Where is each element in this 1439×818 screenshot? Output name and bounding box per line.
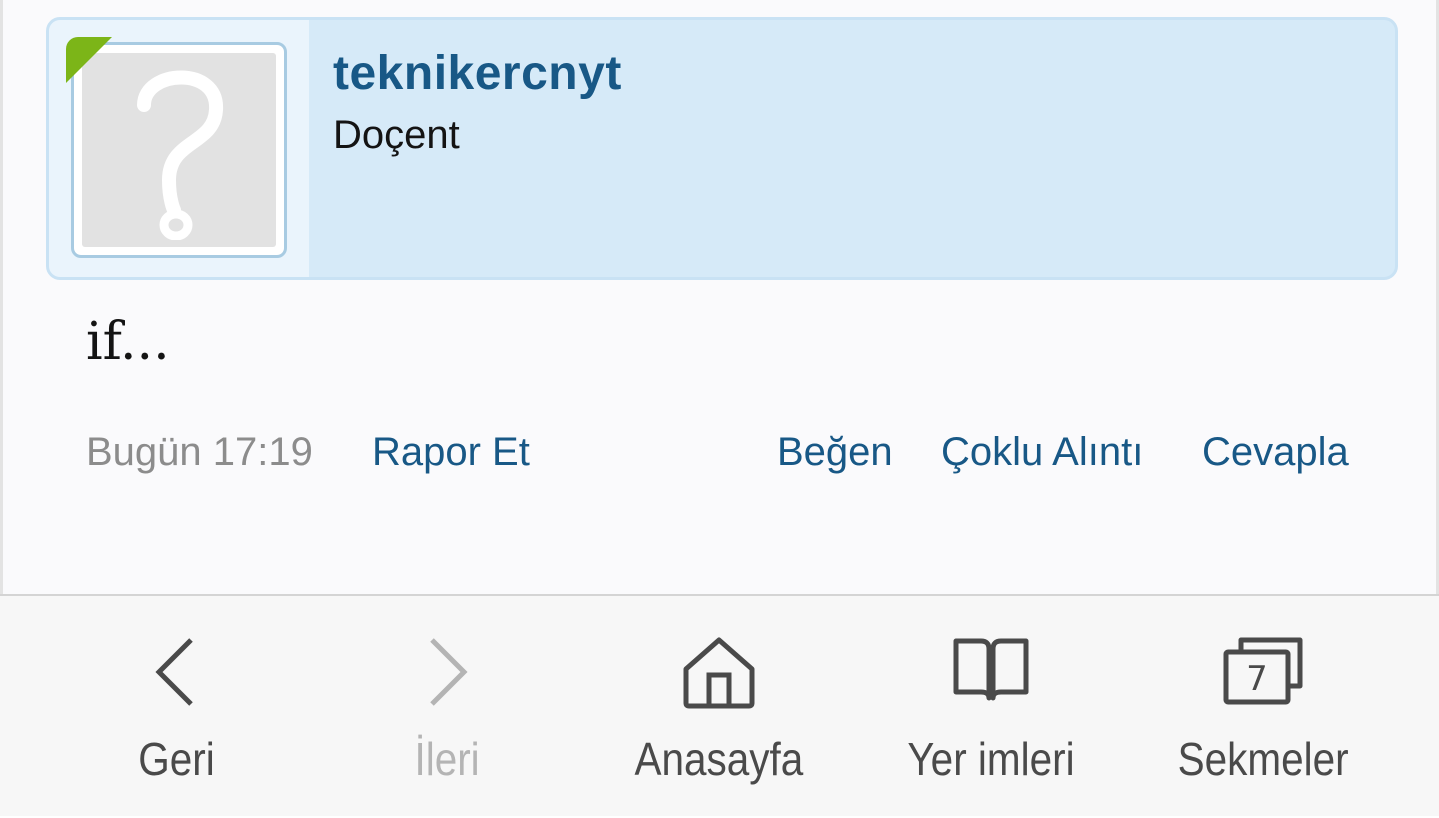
user-title: Doçent <box>333 113 460 157</box>
post-actions-row: Bugün 17:19 Rapor Et Beğen Çoklu Alıntı … <box>3 430 1436 480</box>
tab-count: 7 <box>1246 659 1268 699</box>
bookmarks-button[interactable]: Yer imleri <box>871 596 1111 818</box>
forward-button[interactable]: İleri <box>327 596 567 818</box>
avatar-area <box>49 20 309 277</box>
home-button[interactable]: Anasayfa <box>599 596 839 818</box>
reply-link[interactable]: Cevapla <box>1202 430 1349 475</box>
post-message: if... <box>86 312 170 372</box>
tabs-icon: 7 <box>1221 632 1305 712</box>
browser-bottom-bar: Geri İleri Anasayfa Yer imleri 7 Sekmele… <box>0 594 1439 816</box>
tabs-button[interactable]: 7 Sekmeler <box>1143 596 1383 818</box>
forward-label: İleri <box>414 733 480 785</box>
chevron-right-icon <box>422 632 472 712</box>
back-button[interactable]: Geri <box>56 596 296 818</box>
report-link[interactable]: Rapor Et <box>372 430 530 475</box>
bookmarks-label: Yer imleri <box>907 733 1075 785</box>
tabs-label: Sekmeler <box>1177 733 1349 785</box>
online-status-badge <box>66 37 112 83</box>
username[interactable]: teknikercnyt <box>333 46 622 101</box>
multiquote-link[interactable]: Çoklu Alıntı <box>941 430 1143 475</box>
post-timestamp: Bugün 17:19 <box>86 430 313 474</box>
back-label: Geri <box>137 733 215 785</box>
home-label: Anasayfa <box>634 733 804 785</box>
post-container: teknikercnyt Doçent if... Bugün 17:19 Ra… <box>0 0 1439 594</box>
home-icon <box>681 632 757 712</box>
chevron-left-icon <box>151 632 201 712</box>
bookmarks-icon <box>951 632 1031 712</box>
like-link[interactable]: Beğen <box>777 430 893 475</box>
user-card: teknikercnyt Doçent <box>46 17 1398 280</box>
